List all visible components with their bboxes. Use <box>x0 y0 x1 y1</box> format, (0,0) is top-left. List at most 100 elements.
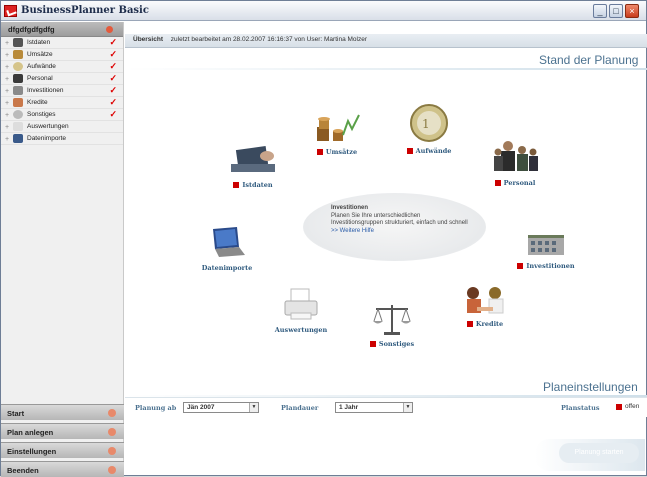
building-icon <box>528 235 564 255</box>
building-icon <box>13 86 23 95</box>
expand-icon[interactable]: + <box>5 74 9 85</box>
people-icon <box>13 74 23 83</box>
sidebar-item-label: Investitionen <box>27 87 64 94</box>
check-icon: ✓ <box>109 97 117 107</box>
last-edited-status: zuletzt bearbeitet am 28.02.2007 16:16:3… <box>170 36 367 43</box>
node-label: Sonstiges <box>378 340 415 348</box>
planung-ab-label: Planung ab <box>135 404 177 412</box>
node-aufwaende[interactable]: 1 Aufwände <box>399 102 459 155</box>
scales-icon <box>373 305 411 335</box>
sidebar-item-sonstiges[interactable]: + Sonstiges ✓ <box>1 109 123 121</box>
close-button[interactable]: × <box>625 4 639 18</box>
sidebar-item-kredite[interactable]: + Kredite ✓ <box>1 97 123 109</box>
node-sonstiges[interactable]: Sonstiges <box>361 301 423 348</box>
printer-icon <box>13 122 23 131</box>
dropdown-arrow-icon[interactable]: ▼ <box>403 403 412 412</box>
plan-settings-bar: Planung ab Jän 2007 ▼ Plandauer 1 Jahr ▼… <box>125 397 647 417</box>
node-kredite[interactable]: Kredite <box>455 283 515 328</box>
einstellungen-label: Einstellungen <box>7 447 57 456</box>
node-datenimporte[interactable]: Datenimporte <box>197 225 257 272</box>
app-window: BusinessPlanner Basic _ □ × dfgdfgdfgdfg… <box>0 0 647 477</box>
svg-text:1: 1 <box>422 117 430 131</box>
handshake-icon <box>467 287 504 314</box>
planung-ab-select[interactable]: Jän 2007 ▼ <box>183 402 259 413</box>
check-icon: ✓ <box>109 37 117 47</box>
start-nav-button[interactable]: Start <box>1 404 124 420</box>
sidebar-item-auswertungen[interactable]: + Auswertungen <box>1 121 123 133</box>
node-label: Datenimporte <box>201 264 253 272</box>
sidebar-item-label: Personal <box>27 75 53 82</box>
sidebar-item-label: Auswertungen <box>27 123 69 130</box>
scales-icon <box>13 110 23 119</box>
node-label: Umsätze <box>325 148 358 156</box>
node-investitionen[interactable]: Investitionen <box>515 231 577 270</box>
info-panel: Investitionen Planen Sie Ihre unterschie… <box>331 205 471 235</box>
sidebar-header[interactable]: dfgdfgdfgdfg <box>1 22 123 37</box>
beenden-button[interactable]: Beenden <box>1 461 124 477</box>
check-icon <box>369 341 376 347</box>
status-check-icon[interactable] <box>616 404 622 410</box>
planning-status-title: Stand der Planung <box>539 53 639 67</box>
plandauer-value: 1 Jahr <box>339 404 359 411</box>
sidebar-item-label: Datenimporte <box>27 135 67 142</box>
coins-icon <box>13 50 23 59</box>
window-title: BusinessPlanner Basic <box>21 5 149 16</box>
node-personal[interactable]: Personal <box>485 136 545 187</box>
expand-icon[interactable]: + <box>5 86 9 97</box>
node-label: Aufwände <box>415 147 452 155</box>
node-auswertungen[interactable]: Auswertungen <box>269 287 333 334</box>
node-label: Auswertungen <box>274 326 328 334</box>
check-icon <box>316 149 323 155</box>
maximize-button[interactable]: □ <box>609 4 623 18</box>
sidebar-item-label: Umsätze <box>27 51 53 58</box>
check-icon: ✓ <box>109 109 117 119</box>
sidebar-item-umsaetze[interactable]: + Umsätze ✓ <box>1 49 123 61</box>
einstellungen-button[interactable]: Einstellungen <box>1 442 124 458</box>
app-logo-icon <box>4 5 17 17</box>
expand-icon[interactable]: + <box>5 122 9 133</box>
plandauer-select[interactable]: 1 Jahr ▼ <box>335 402 413 413</box>
expand-icon[interactable]: + <box>5 134 9 145</box>
expand-icon[interactable]: + <box>5 110 9 121</box>
breadcrumb: Übersicht zuletzt bearbeitet am 28.02.20… <box>125 34 647 48</box>
planung-ab-value: Jän 2007 <box>187 404 215 411</box>
euro-coin-icon: 1 <box>410 104 448 142</box>
sidebar-item-personal[interactable]: + Personal ✓ <box>1 73 123 85</box>
chevron-icon <box>108 447 116 455</box>
node-istdaten[interactable]: Istdaten <box>223 144 283 189</box>
more-help-link[interactable]: >> Weitere Hilfe <box>331 228 374 234</box>
minimize-button[interactable]: _ <box>593 4 607 18</box>
expand-icon[interactable]: + <box>5 50 9 61</box>
sidebar-item-label: Sonstiges <box>27 111 56 118</box>
sidebar-item-istdaten[interactable]: + Istdaten ✓ <box>1 37 123 49</box>
expand-icon[interactable]: + <box>5 98 9 109</box>
sidebar-item-label: Aufwände <box>27 63 56 70</box>
dropdown-arrow-icon[interactable]: ▼ <box>249 403 258 412</box>
expand-icon[interactable]: + <box>5 62 9 73</box>
start-planning-button[interactable]: Planung starten <box>559 443 639 463</box>
beenden-label: Beenden <box>7 466 39 475</box>
collapse-icon[interactable] <box>106 26 113 33</box>
laptop-icon <box>13 134 23 143</box>
coins-chart-icon <box>317 114 360 141</box>
handshake-icon <box>13 98 23 107</box>
chevron-icon <box>108 428 116 436</box>
sidebar-item-label: Istdaten <box>27 39 51 46</box>
node-umsaetze[interactable]: Umsätze <box>307 109 367 156</box>
check-icon: ✓ <box>109 49 117 59</box>
check-icon <box>494 180 501 186</box>
node-label: Investitionen <box>526 262 575 270</box>
check-icon: ✓ <box>109 85 117 95</box>
start-nav-label: Start <box>7 409 25 418</box>
people-icon <box>494 141 538 171</box>
expand-icon[interactable]: + <box>5 38 9 49</box>
node-label: Personal <box>503 179 536 187</box>
plan-anlegen-button[interactable]: Plan anlegen <box>1 423 124 439</box>
planstatus-value: offen <box>625 403 640 410</box>
planstatus-label: Planstatus <box>561 404 600 412</box>
sidebar-item-investitionen[interactable]: + Investitionen ✓ <box>1 85 123 97</box>
sidebar-item-aufwaende[interactable]: + Aufwände ✓ <box>1 61 123 73</box>
sidebar-item-datenimporte[interactable]: + Datenimporte <box>1 133 123 145</box>
check-icon <box>406 148 413 154</box>
plandauer-label: Plandauer <box>281 404 319 412</box>
